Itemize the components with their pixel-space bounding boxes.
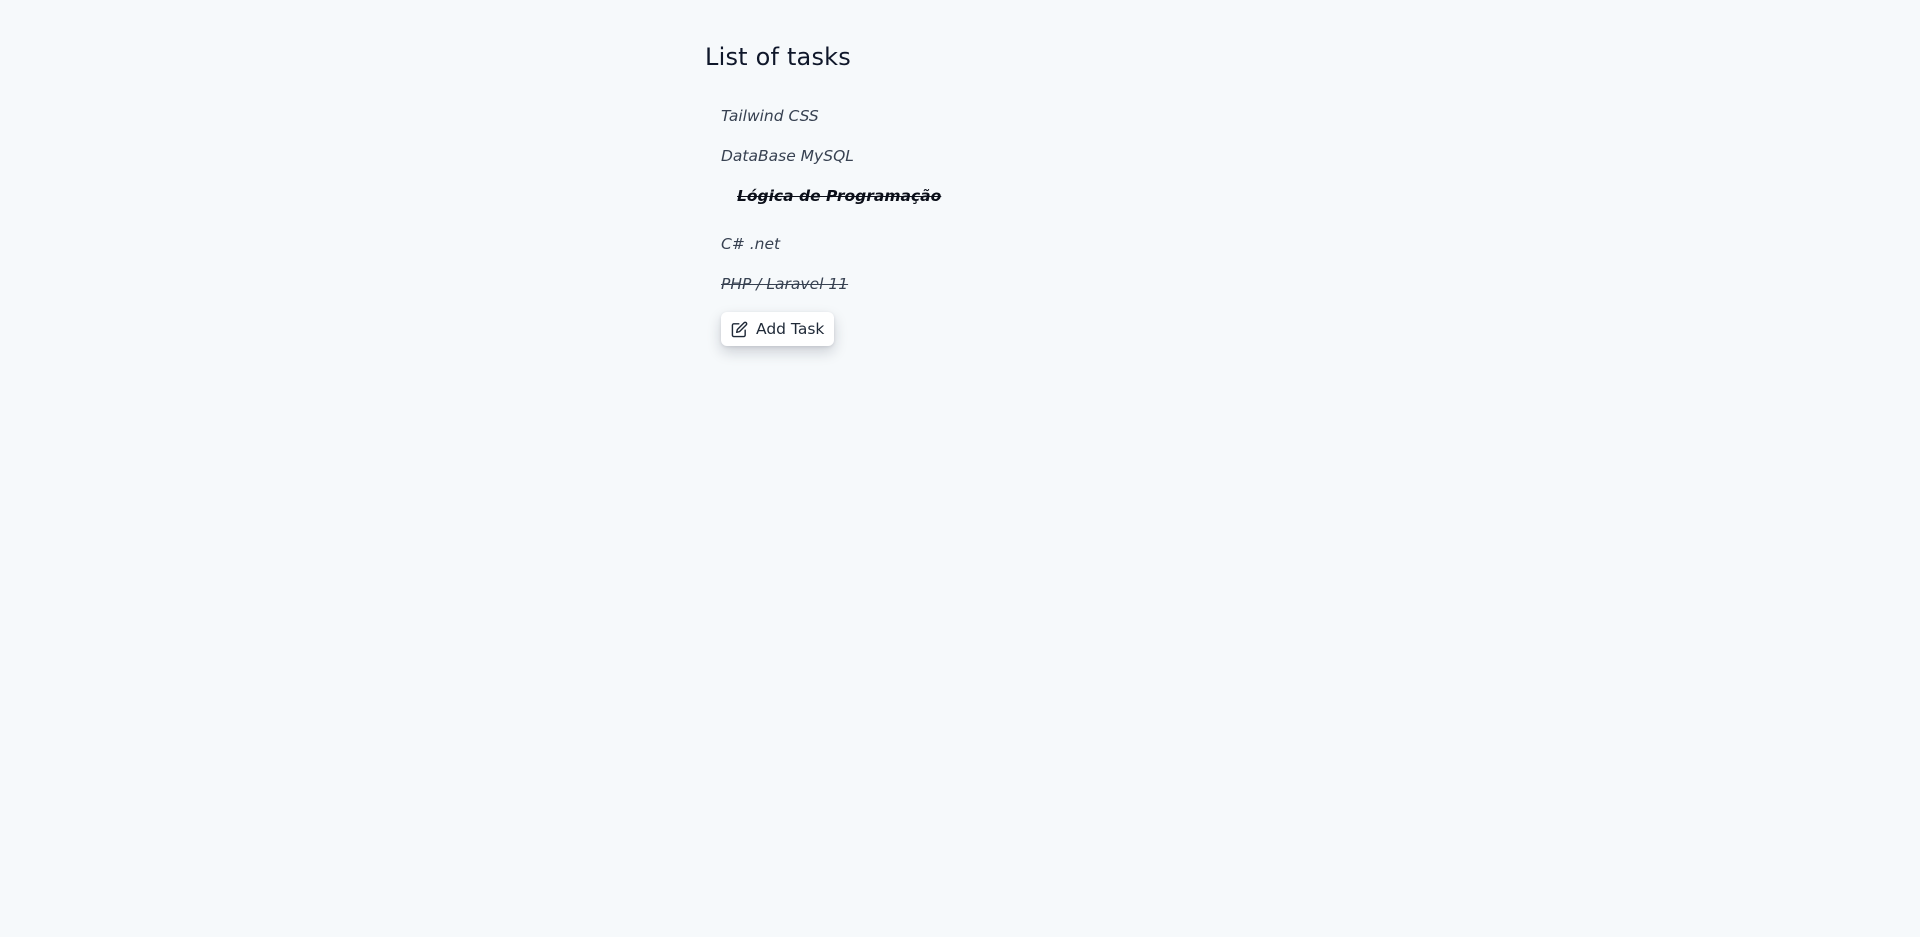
task-item-tailwind-css[interactable]: Tailwind CSS <box>721 104 1225 128</box>
task-list-panel: List of tasks Tailwind CSS DataBase MySQ… <box>705 40 1225 346</box>
task-label: C# .net <box>721 235 781 253</box>
task-item-csharp-net[interactable]: C# .net <box>721 232 1225 256</box>
add-task-label: Add Task <box>756 320 825 338</box>
task-list: Tailwind CSS DataBase MySQL Lógica de Pr… <box>721 104 1225 296</box>
task-label: Lógica de Programação <box>737 187 942 205</box>
task-item-php-laravel[interactable]: PHP / Laravel 11 <box>721 272 1225 296</box>
edit-icon <box>731 321 748 338</box>
page-title: List of tasks <box>705 43 851 71</box>
task-label: PHP / Laravel 11 <box>721 275 849 293</box>
task-item-logica-de-programacao[interactable]: Lógica de Programação <box>737 184 1225 208</box>
add-task-button[interactable]: Add Task <box>721 312 835 346</box>
task-item-database-mysql[interactable]: DataBase MySQL <box>721 144 1225 168</box>
task-label: Tailwind CSS <box>721 107 819 125</box>
task-label: DataBase MySQL <box>721 147 854 165</box>
